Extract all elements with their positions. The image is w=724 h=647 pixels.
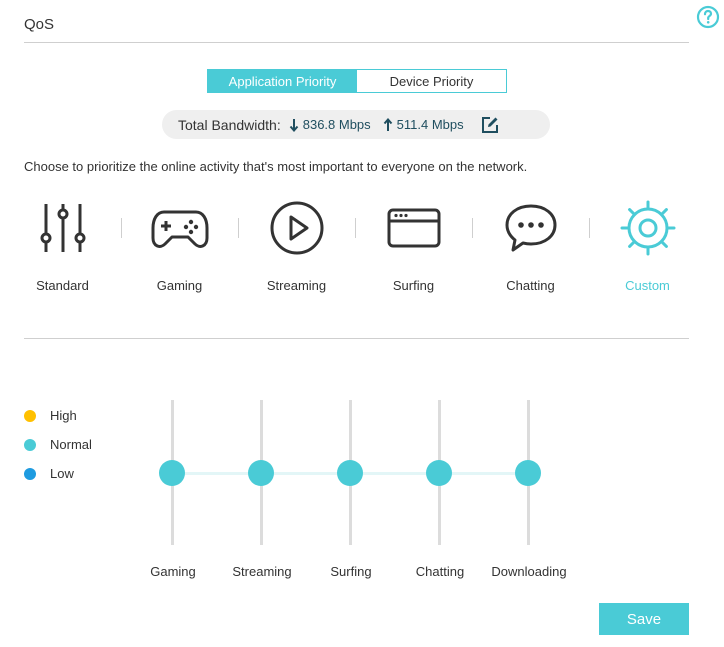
mode-chatting[interactable]: Chatting <box>472 198 589 298</box>
legend-dot-high <box>24 409 36 422</box>
arrow-down-icon <box>289 118 298 132</box>
slider-knob-chatting[interactable] <box>426 460 452 486</box>
browser-window-icon <box>387 208 440 248</box>
title-divider <box>24 42 689 43</box>
slider-knob-streaming[interactable] <box>248 460 274 486</box>
legend-dot-low <box>24 467 36 480</box>
mode-label: Gaming <box>156 278 203 293</box>
slider-label: Streaming <box>232 564 292 579</box>
slider-knob-gaming[interactable] <box>159 460 185 486</box>
mode-label: Streaming <box>266 278 327 293</box>
edit-icon[interactable] <box>480 115 500 135</box>
slider-label: Downloading <box>491 564 567 579</box>
priority-legend: High Normal Low <box>24 401 92 488</box>
arrow-up-icon <box>383 117 392 131</box>
priority-sliders: Gaming Streaming Surfing Chatting Downlo… <box>140 400 570 580</box>
mode-label: Standard <box>36 278 89 293</box>
slider-label: Surfing <box>330 564 372 579</box>
priority-modes: Standard Gaming Streaming Surfing Chatti… <box>4 198 706 298</box>
priority-tabs: Application Priority Device Priority <box>207 69 507 93</box>
download-speed: 836.8 Mbps <box>302 117 371 132</box>
mode-label: Chatting <box>506 278 555 293</box>
legend-label: High <box>50 408 77 423</box>
slider-knob-surfing[interactable] <box>337 460 363 486</box>
help-icon[interactable] <box>696 5 720 29</box>
legend-normal: Normal <box>24 430 92 459</box>
mode-standard[interactable]: Standard <box>4 198 121 298</box>
bandwidth-label: Total Bandwidth: <box>178 116 281 133</box>
intro-text: Choose to prioritize the online activity… <box>24 159 528 174</box>
legend-low: Low <box>24 459 92 488</box>
legend-label: Normal <box>50 437 92 452</box>
slider-label: Chatting <box>415 564 465 579</box>
legend-high: High <box>24 401 92 430</box>
chat-bubble-icon <box>505 204 556 252</box>
legend-dot-normal <box>24 438 36 451</box>
upload-speed: 511.4 Mbps <box>396 117 464 132</box>
slider-knob-downloading[interactable] <box>515 460 541 486</box>
mode-label: Custom <box>625 278 670 293</box>
tab-device-priority[interactable]: Device Priority <box>357 70 506 92</box>
custom-gear-icon <box>620 200 675 256</box>
sliders-icon <box>40 204 85 252</box>
save-button[interactable]: Save <box>599 603 689 635</box>
tab-application-priority[interactable]: Application Priority <box>208 70 357 92</box>
bandwidth-summary: Total Bandwidth: 836.8 Mbps 511.4 Mbps <box>162 110 550 139</box>
play-circle-icon <box>270 201 323 255</box>
page-title: QoS <box>24 16 55 33</box>
gamepad-icon <box>151 210 208 248</box>
legend-label: Low <box>50 466 74 481</box>
mode-surfing[interactable]: Surfing <box>355 198 472 298</box>
slider-label: Gaming <box>150 564 196 579</box>
mode-label: Surfing <box>392 278 435 293</box>
section-divider <box>24 338 689 339</box>
mode-streaming[interactable]: Streaming <box>238 198 355 298</box>
mode-gaming[interactable]: Gaming <box>121 198 238 298</box>
mode-custom[interactable]: Custom <box>589 198 706 298</box>
